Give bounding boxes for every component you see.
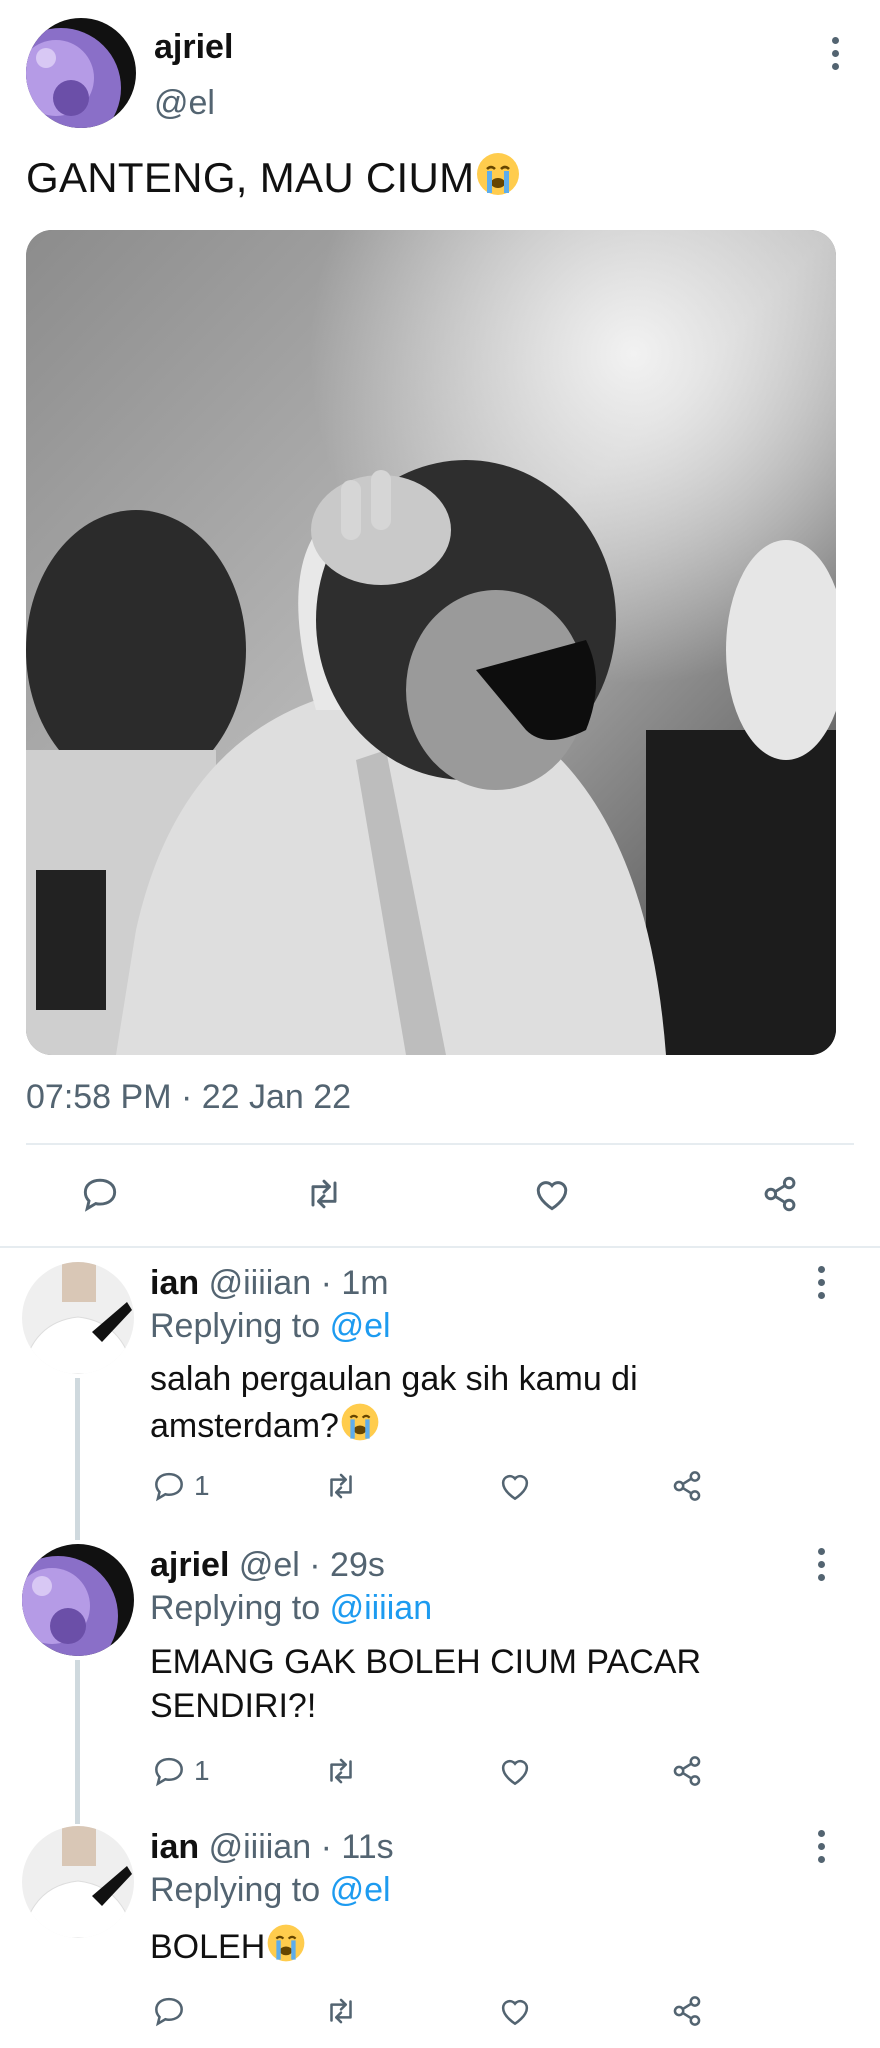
reply-time[interactable]: · 1m	[321, 1264, 389, 1302]
more-icon[interactable]	[806, 1826, 836, 1866]
like-icon	[501, 1759, 529, 1786]
like-button[interactable]	[496, 1752, 534, 1790]
divider	[26, 1143, 854, 1145]
share-icon	[764, 1176, 796, 1212]
replying-to: Replying to @el	[150, 1871, 391, 1910]
reply-icon	[155, 1997, 183, 2027]
share-button[interactable]	[668, 1467, 706, 1505]
reply-author-handle[interactable]: @iiiian	[209, 1828, 312, 1866]
replying-to-label: Replying to	[150, 1589, 321, 1627]
reply-author-handle[interactable]: @iiiian	[209, 1264, 312, 1302]
reply-text: EMANG GAK BOLEH CIUM PACAR SENDIRI?!	[150, 1640, 790, 1728]
retweet-icon	[311, 1179, 337, 1209]
like-button[interactable]	[496, 1467, 534, 1505]
reply-author-avatar[interactable]	[22, 1262, 134, 1374]
reply-text-line: BOLEH	[150, 1928, 266, 1966]
reply-header: ian @iiiian · 11s	[150, 1828, 394, 1867]
reply-text-line: salah pergaulan gak sih kamu di	[150, 1360, 638, 1398]
like-icon	[536, 1181, 568, 1211]
reply-author-name[interactable]: ian	[150, 1828, 199, 1866]
reply-button[interactable]: 1	[150, 1467, 210, 1505]
retweet-icon	[330, 1758, 352, 1784]
like-button[interactable]	[496, 1992, 534, 2030]
retweet-button[interactable]	[302, 1172, 346, 1216]
reply-text: salah pergaulan gak sih kamu di amsterda…	[150, 1357, 790, 1448]
reply-author-avatar[interactable]	[22, 1544, 134, 1656]
more-icon[interactable]	[820, 33, 850, 73]
replying-to-mention[interactable]: @iiiian	[330, 1589, 433, 1627]
retweet-button[interactable]	[322, 1992, 360, 2030]
reply-button[interactable]: 1	[150, 1752, 210, 1790]
replying-to-mention[interactable]: @el	[330, 1307, 391, 1345]
reply-time[interactable]: · 11s	[321, 1828, 394, 1866]
share-button[interactable]	[668, 1752, 706, 1790]
reply-author-avatar[interactable]	[22, 1826, 134, 1938]
tweet-photo[interactable]	[26, 230, 836, 1055]
replying-to: Replying to @el	[150, 1307, 391, 1346]
share-icon	[673, 1756, 701, 1786]
reply-text-line: amsterdam?	[150, 1407, 339, 1445]
crying-face-emoji	[267, 1924, 305, 1962]
reply-button[interactable]	[78, 1172, 122, 1216]
divider	[0, 1246, 880, 1248]
share-icon	[673, 1996, 701, 2026]
share-button[interactable]	[758, 1172, 802, 1216]
retweet-button[interactable]	[322, 1752, 360, 1790]
reply-text-line: EMANG GAK BOLEH CIUM PACAR	[150, 1643, 702, 1681]
reply-text: BOLEH	[150, 1922, 790, 1969]
like-icon	[501, 1999, 529, 2026]
reply-count: 1	[194, 1755, 210, 1786]
reply-button[interactable]	[150, 1992, 188, 2030]
reply-header: ian @iiiian · 1m	[150, 1264, 389, 1303]
reply-author-name[interactable]: ajriel	[150, 1546, 229, 1584]
thread-line	[75, 1378, 80, 1540]
reply-author-name[interactable]: ian	[150, 1264, 199, 1302]
reply-author-handle[interactable]: @el	[239, 1546, 300, 1584]
crying-face-emoji	[341, 1403, 379, 1441]
more-icon[interactable]	[806, 1544, 836, 1584]
crying-face-emoji	[477, 153, 520, 195]
reply-text-line: SENDIRI?!	[150, 1687, 317, 1725]
thread-line	[75, 1660, 80, 1824]
replying-to: Replying to @iiiian	[150, 1589, 432, 1628]
main-author-handle[interactable]: @el	[154, 84, 215, 123]
reply-time[interactable]: · 29s	[309, 1546, 385, 1584]
reply-icon	[155, 1757, 183, 1787]
reply-icon	[155, 1472, 183, 1502]
replying-to-label: Replying to	[150, 1307, 321, 1345]
share-button[interactable]	[668, 1992, 706, 2030]
more-icon[interactable]	[806, 1262, 836, 1302]
reply-header: ajriel @el · 29s	[150, 1546, 385, 1585]
replying-to-label: Replying to	[150, 1871, 321, 1909]
main-author-name[interactable]: ajriel	[154, 28, 233, 67]
tweet-text: GANTENG, MAU CIUM	[26, 150, 522, 202]
like-icon	[501, 1474, 529, 1501]
retweet-icon	[330, 1998, 352, 2024]
tweet-text-content: GANTENG, MAU CIUM	[26, 154, 475, 201]
share-icon	[673, 1471, 701, 1501]
main-author-avatar[interactable]	[26, 18, 136, 128]
reply-count: 1	[194, 1470, 210, 1501]
retweet-button[interactable]	[322, 1467, 360, 1505]
replying-to-mention[interactable]: @el	[330, 1871, 391, 1909]
tweet-timestamp[interactable]: 07:58 PM · 22 Jan 22	[26, 1078, 351, 1117]
retweet-icon	[330, 1473, 352, 1499]
like-button[interactable]	[530, 1172, 574, 1216]
reply-icon	[83, 1178, 117, 1212]
